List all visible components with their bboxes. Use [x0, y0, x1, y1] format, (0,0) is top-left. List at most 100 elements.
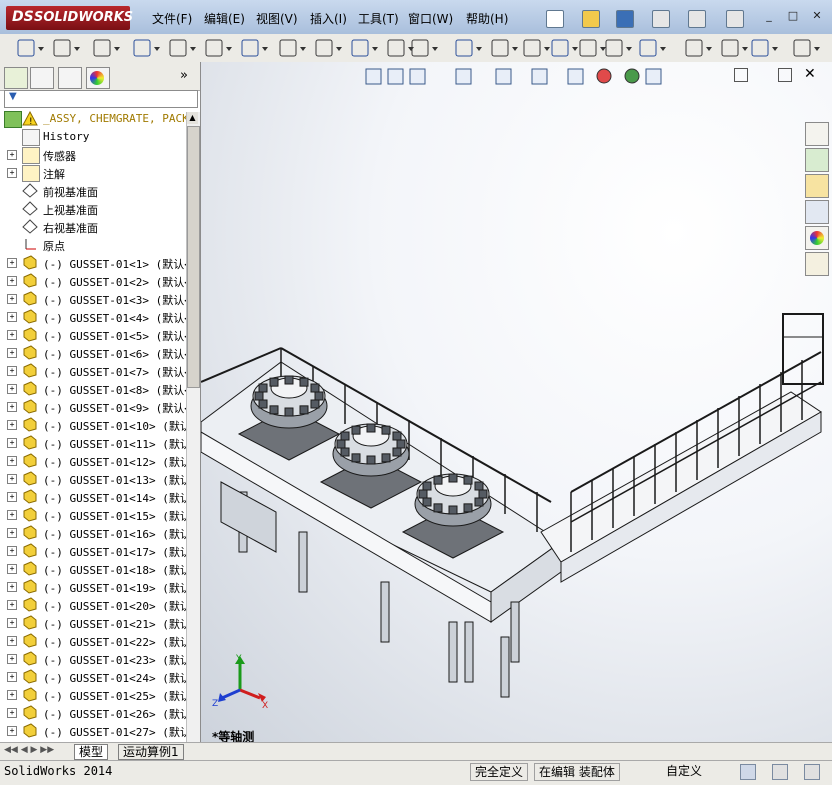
expand-toggle-icon[interactable]: +	[7, 546, 17, 556]
tree-item-fixed[interactable]: 上视基准面	[0, 200, 186, 218]
tree-item-fixed[interactable]: 右视基准面	[0, 218, 186, 236]
expand-toggle-icon[interactable]: +	[7, 150, 17, 160]
scroll-up-arrow-icon[interactable]: ▲	[187, 112, 198, 124]
rebuild-indicator-icon[interactable]	[740, 764, 756, 780]
spline-icon[interactable]	[279, 39, 306, 57]
linear-pattern-icon[interactable]	[605, 39, 632, 57]
expand-toggle-icon[interactable]: +	[7, 420, 17, 430]
expand-panel-button[interactable]: »	[180, 68, 188, 83]
tree-item-fixed[interactable]: 前视基准面	[0, 182, 186, 200]
text-icon[interactable]	[455, 39, 482, 57]
repair-sketch-icon[interactable]	[721, 39, 748, 57]
expand-toggle-icon[interactable]: +	[7, 438, 17, 448]
tree-item-gusset[interactable]: + (-) GUSSET-01<15> (默认<	[0, 506, 186, 524]
tree-item-gusset[interactable]: + (-) GUSSET-01<3> (默认<	[0, 290, 186, 308]
rectangle-icon[interactable]	[133, 39, 160, 57]
expand-toggle-icon[interactable]: +	[7, 564, 17, 574]
tree-item-gusset[interactable]: + (-) GUSSET-01<19> (默认<	[0, 578, 186, 596]
expand-toggle-icon[interactable]: +	[7, 690, 17, 700]
expand-toggle-icon[interactable]: +	[7, 348, 17, 358]
tree-item-gusset[interactable]: + (-) GUSSET-01<12> (默认<	[0, 452, 186, 470]
tree-item-gusset[interactable]: + (-) GUSSET-01<22> (默认<	[0, 632, 186, 650]
tree-item-fixed[interactable]: + 注解	[0, 164, 186, 182]
tree-item-gusset[interactable]: + (-) GUSSET-01<27> (默认<	[0, 722, 186, 740]
expand-toggle-icon[interactable]: +	[7, 456, 17, 466]
new-document-icon[interactable]	[546, 10, 564, 28]
menu-item-4[interactable]: 工具(T)	[358, 10, 399, 27]
tree-item-gusset[interactable]: + (-) GUSSET-01<13> (默认<	[0, 470, 186, 488]
slot-icon[interactable]	[169, 39, 196, 57]
offset-icon[interactable]	[551, 39, 578, 57]
tree-root-assembly[interactable]: ! _ASSY, CHEMGRATE, PACKIN	[0, 110, 186, 128]
tree-item-gusset[interactable]: + (-) GUSSET-01<20> (默认<	[0, 596, 186, 614]
expand-toggle-icon[interactable]: +	[7, 258, 17, 268]
line-icon[interactable]	[93, 39, 120, 57]
smart-dimension-icon[interactable]	[53, 39, 80, 57]
tree-item-gusset[interactable]: + (-) GUSSET-01<24> (默认<	[0, 668, 186, 686]
save-icon[interactable]	[616, 10, 634, 28]
convert-entities-icon[interactable]	[523, 39, 550, 57]
menu-item-3[interactable]: 插入(I)	[310, 10, 347, 27]
minimize-button[interactable]: _	[762, 10, 776, 22]
expand-toggle-icon[interactable]: +	[7, 582, 17, 592]
move-icon[interactable]	[639, 39, 666, 57]
tree-item-gusset[interactable]: + (-) GUSSET-01<14> (默认<	[0, 488, 186, 506]
fillet-icon[interactable]	[351, 39, 378, 57]
expand-toggle-icon[interactable]: +	[7, 474, 17, 484]
tree-item-gusset[interactable]: + (-) GUSSET-01<9> (默认<	[0, 398, 186, 416]
status-units-custom[interactable]: 自定义	[662, 763, 706, 779]
expand-toggle-icon[interactable]: +	[7, 384, 17, 394]
tab-model[interactable]: 模型	[74, 744, 109, 760]
tree-item-gusset[interactable]: + (-) GUSSET-01<5> (默认<	[0, 326, 186, 344]
sketch-icon[interactable]	[17, 39, 44, 57]
expand-toggle-icon[interactable]: +	[7, 168, 17, 178]
menu-item-2[interactable]: 视图(V)	[256, 10, 298, 27]
point-icon[interactable]	[387, 39, 414, 57]
expand-toggle-icon[interactable]: +	[7, 366, 17, 376]
arc-icon[interactable]	[241, 39, 268, 57]
display-relations-icon[interactable]	[685, 39, 712, 57]
trim-icon[interactable]	[491, 39, 518, 57]
configuration-manager-tab-icon[interactable]	[58, 67, 82, 89]
tree-item-gusset[interactable]: + (-) GUSSET-01<16> (默认<	[0, 524, 186, 542]
expand-toggle-icon[interactable]: +	[7, 708, 17, 718]
menu-item-1[interactable]: 编辑(E)	[204, 10, 245, 27]
tab-scroll-arrows-icon[interactable]: ◀◀ ◀ ▶ ▶▶	[4, 745, 54, 755]
print-icon[interactable]	[652, 10, 670, 28]
tab-motion-study[interactable]: 运动算例1	[118, 744, 184, 760]
circle-icon[interactable]	[205, 39, 232, 57]
rapid-sketch-icon[interactable]	[793, 39, 820, 57]
expand-toggle-icon[interactable]: +	[7, 330, 17, 340]
tree-item-gusset[interactable]: + (-) GUSSET-01<2> (默认<	[0, 272, 186, 290]
tree-item-gusset[interactable]: + (-) GUSSET-01<26> (默认<	[0, 704, 186, 722]
maximize-button[interactable]: □	[786, 10, 800, 22]
expand-toggle-icon[interactable]: +	[7, 510, 17, 520]
tree-item-gusset[interactable]: + (-) GUSSET-01<10> (默认<	[0, 416, 186, 434]
centerline-icon[interactable]	[411, 39, 438, 57]
expand-toggle-icon[interactable]: +	[7, 636, 17, 646]
expand-toggle-icon[interactable]: +	[7, 600, 17, 610]
tree-item-gusset[interactable]: + (-) GUSSET-01<21> (默认<	[0, 614, 186, 632]
expand-toggle-icon[interactable]: +	[7, 294, 17, 304]
property-manager-tab-icon[interactable]	[30, 67, 54, 89]
tree-item-fixed[interactable]: + 传感器	[0, 146, 186, 164]
tree-item-gusset[interactable]: + (-) GUSSET-01<1> (默认<	[0, 254, 186, 272]
open-folder-icon[interactable]	[582, 10, 600, 28]
undo-icon[interactable]	[688, 10, 706, 28]
status-options-icon[interactable]	[772, 764, 788, 780]
filter-field[interactable]: ▼	[4, 90, 198, 108]
expand-toggle-icon[interactable]: +	[7, 654, 17, 664]
tree-item-fixed[interactable]: History	[0, 128, 186, 146]
ellipse-icon[interactable]	[315, 39, 342, 57]
mirror-icon[interactable]	[579, 39, 606, 57]
expand-toggle-icon[interactable]: +	[7, 528, 17, 538]
tree-item-gusset[interactable]: + (-) GUSSET-01<17> (默认<	[0, 542, 186, 560]
expand-toggle-icon[interactable]: +	[7, 312, 17, 322]
menu-item-6[interactable]: 帮助(H)	[466, 10, 508, 27]
close-button[interactable]: ✕	[810, 10, 824, 22]
assembly-model-graphic[interactable]	[201, 62, 832, 742]
expand-toggle-icon[interactable]: +	[7, 276, 17, 286]
feature-manager-tab-icon[interactable]	[4, 67, 28, 89]
menu-item-0[interactable]: 文件(F)	[152, 10, 192, 27]
appearance-tab-icon[interactable]	[86, 67, 110, 89]
